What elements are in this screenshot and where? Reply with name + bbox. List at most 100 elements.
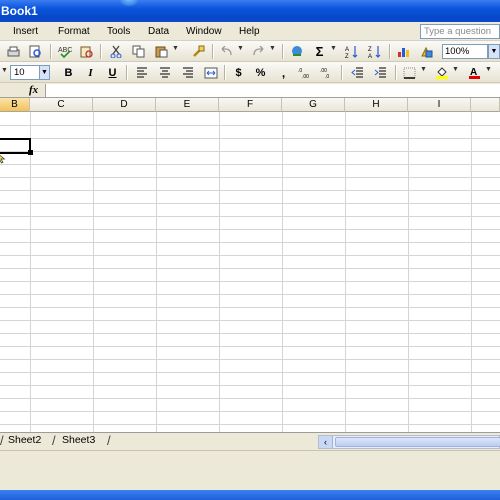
column-header-g[interactable]: G [282,98,345,112]
paste-dropdown-icon[interactable]: ▼ [172,45,179,57]
redo-dropdown-icon[interactable]: ▼ [269,45,276,57]
zoom-dropdown-icon[interactable]: ▼ [488,44,500,59]
format-painter-icon[interactable] [191,44,206,59]
menu-format[interactable]: Format [58,26,90,37]
fill-handle[interactable] [28,150,33,155]
office-assistant-icon[interactable] [118,0,140,6]
row-gridline [0,242,500,243]
worksheet-grid[interactable]: B C D E F G H I [0,98,500,432]
paste-icon[interactable] [154,44,169,59]
sort-ascending-icon[interactable]: AZ [344,44,359,59]
research-icon[interactable] [79,44,94,59]
column-header-h[interactable]: H [345,98,408,112]
font-name-dropdown-icon[interactable]: ▼ [1,67,8,79]
italic-button[interactable]: I [83,65,98,80]
row-gridline [0,359,500,360]
formula-input[interactable] [45,84,500,97]
comma-style-button[interactable]: , [276,65,291,80]
column-gridline [471,112,472,432]
toolbar-separator [100,44,101,59]
tab-divider: / [52,433,56,448]
row-gridline [0,203,500,204]
bold-button[interactable]: B [61,65,76,80]
align-center-icon[interactable] [157,65,172,80]
fill-color-icon[interactable] [434,65,449,80]
column-header-next[interactable] [471,98,500,112]
undo-dropdown-icon[interactable]: ▼ [237,45,244,57]
menu-data[interactable]: Data [148,26,169,37]
standard-toolbar: ABC ▼ ▼ ▼ Σ ▼ AZ ZA [0,41,500,62]
autosum-dropdown-icon[interactable]: ▼ [330,45,337,57]
column-gridline [408,112,409,432]
column-gridline [93,112,94,432]
sort-descending-icon[interactable]: ZA [367,44,382,59]
redo-icon[interactable] [251,44,266,59]
insert-function-icon[interactable]: fx [29,84,38,96]
print-preview-icon[interactable] [28,44,43,59]
column-header-d[interactable]: D [93,98,156,112]
font-size-dropdown-icon[interactable]: ▼ [39,65,50,80]
cut-icon[interactable] [108,44,123,59]
row-gridline [0,294,500,295]
title-bar: Book1 [0,0,500,22]
align-right-icon[interactable] [180,65,195,80]
menu-insert[interactable]: Insert [13,26,38,37]
currency-button[interactable]: $ [231,65,246,80]
scroll-thumb[interactable] [335,437,500,447]
column-gridline [282,112,283,432]
menu-tools[interactable]: Tools [107,26,130,37]
font-size-combobox[interactable]: 10 [10,65,40,80]
print-icon[interactable] [6,44,21,59]
column-header-i[interactable]: I [408,98,471,112]
increase-decimal-icon[interactable]: .0.00 [298,65,313,80]
tab-sheet2[interactable]: Sheet2 [5,434,44,449]
column-header-c[interactable]: C [30,98,93,112]
row-gridline [0,138,500,139]
tab-sheet3[interactable]: Sheet3 [59,434,98,449]
increase-indent-icon[interactable] [373,65,388,80]
column-header-e[interactable]: E [156,98,219,112]
borders-dropdown-icon[interactable]: ▼ [420,66,427,78]
underline-button[interactable]: U [105,65,120,80]
row-gridline [0,411,500,412]
row-gridline [0,320,500,321]
font-color-icon[interactable]: A [467,65,482,80]
column-header-b[interactable]: B [0,98,30,112]
scroll-left-icon[interactable]: ‹ [319,436,333,448]
row-gridline [0,151,500,152]
fill-color-dropdown-icon[interactable]: ▼ [452,66,459,78]
merge-center-icon[interactable] [203,65,218,80]
undo-icon[interactable] [219,44,234,59]
percent-button[interactable]: % [253,65,268,80]
toolbar-separator [341,65,342,80]
menu-help[interactable]: Help [239,26,260,37]
decrease-decimal-icon[interactable]: .00.0 [320,65,335,80]
chart-wizard-icon[interactable] [396,44,411,59]
window-title: Book1 [1,4,38,18]
svg-text:Z: Z [345,54,349,58]
column-gridline [345,112,346,432]
column-gridline [219,112,220,432]
autosum-icon[interactable]: Σ [312,44,327,59]
horizontal-scrollbar[interactable]: ‹ [318,435,500,449]
svg-text:A: A [368,54,372,58]
svg-text:ABC: ABC [58,47,72,54]
menu-window[interactable]: Window [186,26,222,37]
column-header-f[interactable]: F [219,98,282,112]
row-gridline [0,372,500,373]
svg-text:.0: .0 [325,74,329,79]
formatting-toolbar: ▼ B I U $ % , .0.00 .00.0 ▼ ▼ A ▼ [0,62,500,83]
column-gridline [156,112,157,432]
font-color-dropdown-icon[interactable]: ▼ [485,66,492,78]
tab-divider: / [0,433,4,448]
copy-icon[interactable] [131,44,146,59]
borders-icon[interactable] [402,65,417,80]
insert-hyperlink-icon[interactable] [289,44,304,59]
zoom-combobox[interactable]: 100% [442,44,488,59]
help-search-input[interactable]: Type a question [420,24,500,39]
drawing-icon[interactable] [419,44,434,59]
decrease-indent-icon[interactable] [350,65,365,80]
row-gridline [0,333,500,334]
align-left-icon[interactable] [134,65,149,80]
spelling-icon[interactable]: ABC [57,44,72,59]
